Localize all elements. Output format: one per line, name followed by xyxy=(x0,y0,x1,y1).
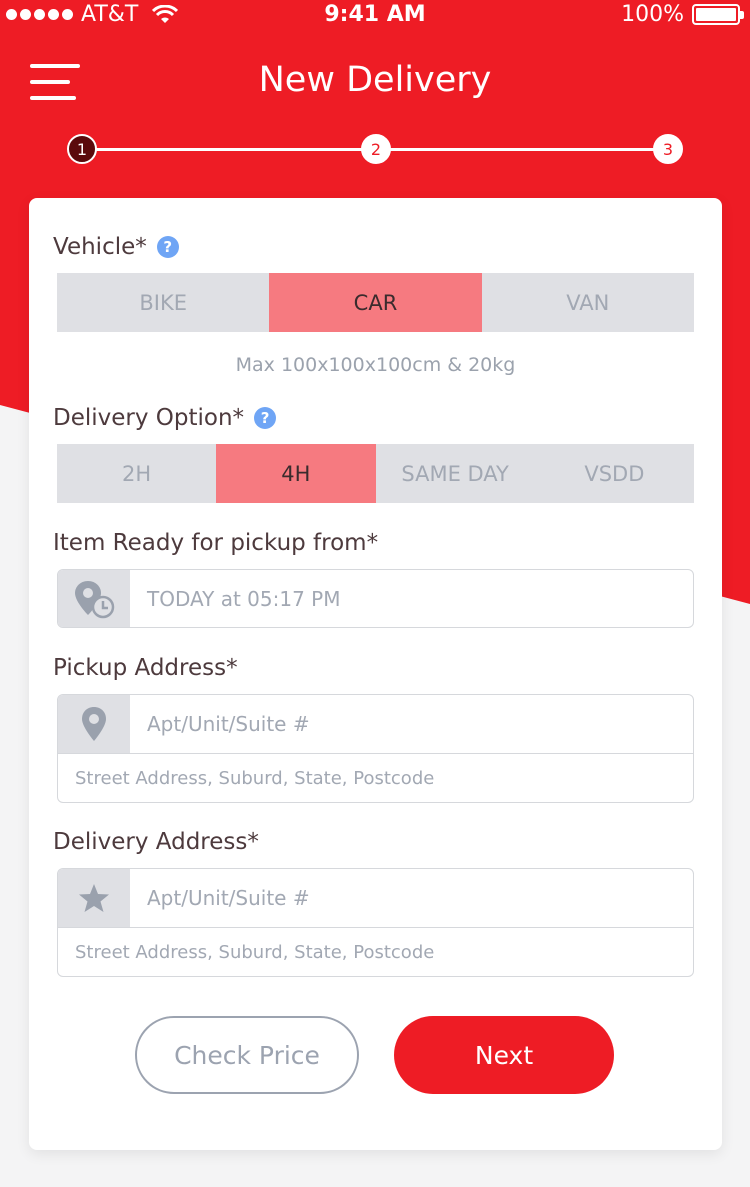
delivery-unit-input[interactable]: Apt/Unit/Suite # xyxy=(130,869,693,927)
next-button[interactable]: Next xyxy=(394,1016,614,1094)
delivery-option-help-icon[interactable]: ? xyxy=(254,407,277,429)
vehicle-option-bike[interactable]: BIKE xyxy=(57,273,269,332)
star-icon xyxy=(58,869,130,927)
pickup-address-label: Pickup Address* xyxy=(53,655,238,681)
delivery-option-vsdd[interactable]: VSDD xyxy=(535,444,694,503)
check-price-button[interactable]: Check Price xyxy=(135,1016,359,1094)
battery-percent: 100% xyxy=(621,2,684,27)
vehicle-help-icon[interactable]: ? xyxy=(156,236,179,258)
pin-clock-icon xyxy=(58,570,130,627)
delivery-option-label: Delivery Option* xyxy=(53,405,245,431)
page-title: New Delivery xyxy=(258,60,492,100)
vehicle-selector: BIKE CAR VAN xyxy=(57,273,694,332)
step-2[interactable]: 2 xyxy=(361,134,391,164)
pickup-address-field: Apt/Unit/Suite # Street Address, Suburd,… xyxy=(57,694,694,803)
vehicle-option-van[interactable]: VAN xyxy=(482,273,694,332)
step-1[interactable]: 1 xyxy=(67,134,97,164)
vehicle-option-car[interactable]: CAR xyxy=(269,273,482,332)
pickup-unit-input[interactable]: Apt/Unit/Suite # xyxy=(130,695,693,753)
location-pin-icon xyxy=(58,695,130,753)
vehicle-label: Vehicle* xyxy=(53,234,147,260)
step-3[interactable]: 3 xyxy=(653,134,683,164)
pickup-time-label: Item Ready for pickup from* xyxy=(53,530,379,556)
delivery-option-label-row: Delivery Option* ? xyxy=(53,405,277,431)
delivery-form-card: Vehicle* ? BIKE CAR VAN Max 100x100x100c… xyxy=(29,198,722,1150)
delivery-option-4h[interactable]: 4H xyxy=(216,444,376,503)
vehicle-label-row: Vehicle* ? xyxy=(53,234,179,260)
delivery-option-2h[interactable]: 2H xyxy=(57,444,216,503)
delivery-option-same-day[interactable]: SAME DAY xyxy=(376,444,535,503)
battery-icon xyxy=(692,4,744,25)
delivery-street-input[interactable]: Street Address, Suburd, State, Postcode xyxy=(58,927,693,976)
delivery-address-field: Apt/Unit/Suite # Street Address, Suburd,… xyxy=(57,868,694,977)
status-bar: AT&T 9:41 AM 100% xyxy=(0,0,750,30)
step-progress: 1 2 3 xyxy=(67,134,685,166)
delivery-option-selector: 2H 4H SAME DAY VSDD xyxy=(57,444,694,503)
pickup-time-field[interactable]: TODAY at 05:17 PM xyxy=(57,569,694,628)
pickup-street-input[interactable]: Street Address, Suburd, State, Postcode xyxy=(58,753,693,802)
vehicle-size-note: Max 100x100x100cm & 20kg xyxy=(235,354,516,376)
status-right: 100% xyxy=(621,2,744,27)
pickup-time-value: TODAY at 05:17 PM xyxy=(147,586,341,611)
delivery-address-label: Delivery Address* xyxy=(53,829,259,855)
